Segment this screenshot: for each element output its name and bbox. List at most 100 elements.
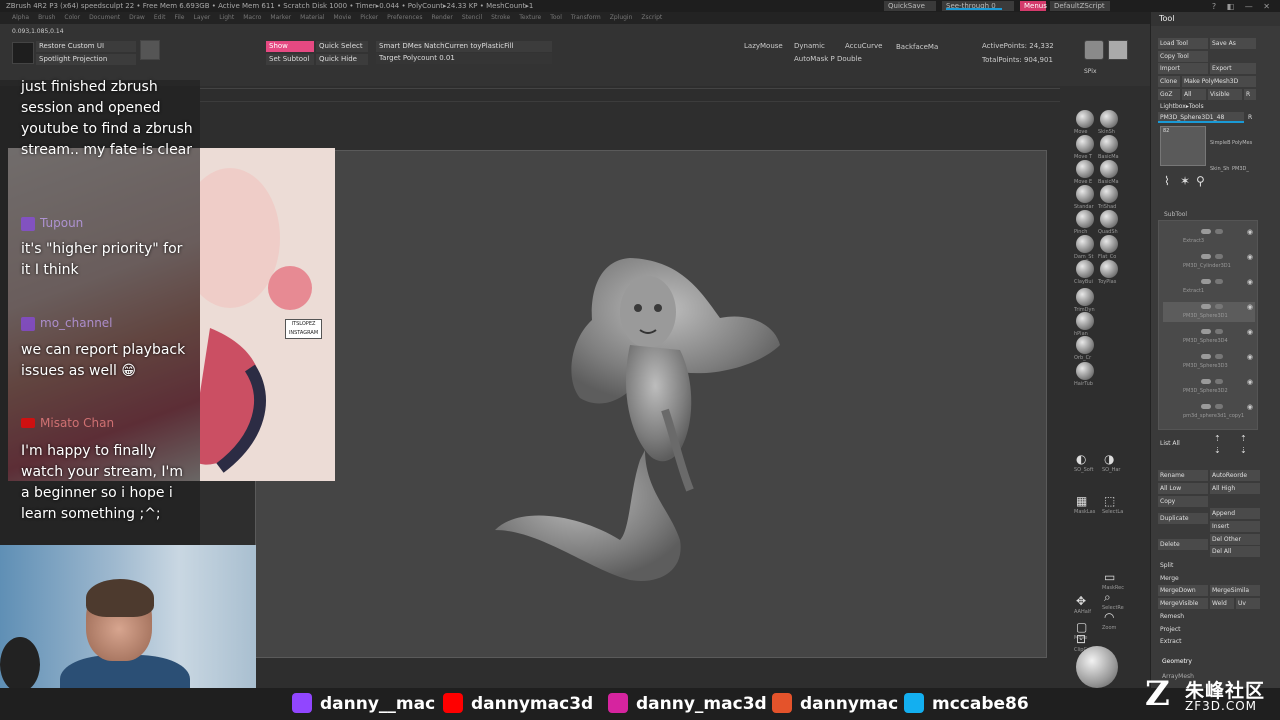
timeline-ruler[interactable] <box>200 88 1060 102</box>
uv-button[interactable]: Uv <box>1236 598 1260 609</box>
subtool-toggle-2[interactable] <box>1215 404 1223 409</box>
eye-icon[interactable]: ◉ <box>1247 303 1253 311</box>
project-button[interactable]: Project <box>1158 624 1208 635</box>
menu-item-brush[interactable]: Brush <box>38 14 55 21</box>
dynamic-button[interactable]: Dynamic <box>794 42 825 50</box>
copy-subtool-button[interactable]: Copy <box>1158 496 1208 507</box>
current-tool-r-button[interactable]: R <box>1246 112 1256 123</box>
goz-visible-button[interactable]: Visible <box>1208 89 1242 100</box>
weld-button[interactable]: Weld <box>1210 598 1234 609</box>
del-other-button[interactable]: Del Other <box>1210 534 1260 545</box>
menu-item-preferences[interactable]: Preferences <box>387 14 422 21</box>
subtool-toggle[interactable] <box>1201 229 1211 234</box>
subtool-toggle-2[interactable] <box>1215 304 1223 309</box>
subtool-toggle-2[interactable] <box>1215 379 1223 384</box>
tool-thumb-label[interactable]: SimpleB <box>1210 140 1231 146</box>
tool-6-icon[interactable]: ✥ <box>1076 594 1086 608</box>
brush-17-icon[interactable] <box>1076 362 1094 380</box>
texture-thumbnail[interactable] <box>1108 40 1128 60</box>
eye-icon[interactable]: ◉ <box>1247 228 1253 236</box>
menu-item-render[interactable]: Render <box>431 14 452 21</box>
arrow-up2-icon[interactable]: ⇡ <box>1240 434 1247 443</box>
clone-button[interactable]: Clone <box>1158 76 1180 87</box>
menu-item-movie[interactable]: Movie <box>334 14 352 21</box>
remesh-button[interactable]: Remesh <box>1158 611 1208 622</box>
tool-1-icon[interactable]: ◑ <box>1104 452 1114 466</box>
menu-item-marker[interactable]: Marker <box>270 14 291 21</box>
insert-button[interactable]: Insert <box>1210 521 1260 532</box>
menu-item-macro[interactable]: Macro <box>243 14 261 21</box>
subtool-row[interactable]: ◉ Extract3 <box>1163 227 1255 247</box>
social-link-0[interactable]: danny__mac <box>292 688 435 720</box>
subtool-header[interactable]: SubTool <box>1164 211 1187 218</box>
tool-7-icon[interactable]: ◠ <box>1104 610 1114 624</box>
eye-icon[interactable]: ◉ <box>1247 253 1253 261</box>
brush-thumbnail[interactable] <box>140 40 160 60</box>
goz-all-button[interactable]: All <box>1182 89 1206 100</box>
copy-tool-button[interactable]: Copy Tool <box>1158 51 1208 62</box>
default-zscript-button[interactable]: DefaultZScript <box>1050 1 1110 11</box>
social-link-1[interactable]: dannymac3d <box>443 688 593 720</box>
subtool-toggle[interactable] <box>1201 254 1211 259</box>
goz-r-button[interactable]: R <box>1244 89 1256 100</box>
geometry-section[interactable]: Geometry <box>1160 656 1240 667</box>
merge-down-button[interactable]: MergeDown <box>1158 585 1208 596</box>
brush-12-icon[interactable] <box>1076 260 1094 278</box>
eye-icon[interactable]: ◉ <box>1247 378 1253 386</box>
autoreorder-button[interactable]: AutoReorde <box>1210 470 1260 481</box>
brush-4-icon[interactable] <box>1076 160 1094 178</box>
load-tool-button[interactable]: Load Tool <box>1158 38 1208 49</box>
smart-macro-button[interactable]: Smart DMes NatchCurren toyPlasticFill <box>376 41 552 52</box>
menu-item-tool[interactable]: Tool <box>550 14 562 21</box>
save-as-button[interactable]: Save As <box>1210 38 1256 49</box>
make-polymesh-button[interactable]: Make PolyMesh3D <box>1182 76 1256 87</box>
extract-button[interactable]: Extract <box>1158 636 1208 647</box>
subtool-toggle[interactable] <box>1201 304 1211 309</box>
backface-mask-button[interactable]: BackfaceMa <box>896 43 938 51</box>
material-thumbnail[interactable] <box>1084 40 1104 60</box>
quicksave-button[interactable]: QuickSave <box>884 1 936 11</box>
eye-icon[interactable]: ◉ <box>1247 353 1253 361</box>
subtool-toggle-2[interactable] <box>1215 329 1223 334</box>
color-swatch[interactable] <box>12 42 34 64</box>
show-button[interactable]: Show <box>266 41 314 52</box>
append-button[interactable]: Append <box>1210 508 1260 519</box>
menu-item-transform[interactable]: Transform <box>571 14 601 21</box>
brush-11-icon[interactable] <box>1100 235 1118 253</box>
subtool-row[interactable]: ◉ PM3D_Sphere3D2 <box>1163 377 1255 397</box>
brush-10-icon[interactable] <box>1076 235 1094 253</box>
current-tool-slider[interactable]: PM3D_Sphere3D1_48 <box>1158 112 1244 123</box>
window-controls[interactable]: ? ◧ — ✕ <box>1212 1 1274 12</box>
menu-item-color[interactable]: Color <box>64 14 80 21</box>
tool-thumb-label[interactable]: PM3D_ <box>1232 166 1249 172</box>
brush-3-icon[interactable] <box>1100 135 1118 153</box>
menu-item-file[interactable]: File <box>174 14 184 21</box>
menu-item-alpha[interactable]: Alpha <box>12 14 29 21</box>
delete-button[interactable]: Delete <box>1158 539 1208 550</box>
menu-item-material[interactable]: Material <box>300 14 324 21</box>
current-tool-thumbnail[interactable]: 82 <box>1160 126 1206 166</box>
subtool-toggle[interactable] <box>1201 329 1211 334</box>
list-all-button[interactable]: List All <box>1158 438 1198 449</box>
brush-0-icon[interactable] <box>1076 110 1094 128</box>
tool-9-icon[interactable]: ⊡ <box>1076 632 1086 646</box>
set-subtool-button[interactable]: Set Subtool <box>266 54 314 65</box>
menu-item-light[interactable]: Light <box>219 14 234 21</box>
menu-item-edit[interactable]: Edit <box>154 14 166 21</box>
import-button[interactable]: Import <box>1158 63 1208 74</box>
brush-13-icon[interactable] <box>1100 260 1118 278</box>
subtool-row[interactable]: ◉ pm3d_sphere3d1_copy1 <box>1163 402 1255 422</box>
tool-3-icon[interactable]: ⬚ <box>1104 494 1115 508</box>
subtool-row[interactable]: ◉ PM3D_Sphere3D1 <box>1163 302 1255 322</box>
brush-14-icon[interactable] <box>1076 288 1094 306</box>
social-link-3[interactable]: dannymac <box>772 688 898 720</box>
star-tool-icon[interactable]: ✶ <box>1180 174 1190 188</box>
tool-0-icon[interactable]: ◐ <box>1076 452 1086 466</box>
arrow-down2-icon[interactable]: ⇣ <box>1240 446 1247 455</box>
subtool-row[interactable]: ◉ PM3D_Cylinder3D1 <box>1163 252 1255 272</box>
merge-section[interactable]: Merge <box>1158 573 1208 584</box>
subtool-toggle-2[interactable] <box>1215 254 1223 259</box>
all-low-button[interactable]: All Low <box>1158 483 1208 494</box>
brush-7-icon[interactable] <box>1100 185 1118 203</box>
menu-item-stroke[interactable]: Stroke <box>491 14 510 21</box>
